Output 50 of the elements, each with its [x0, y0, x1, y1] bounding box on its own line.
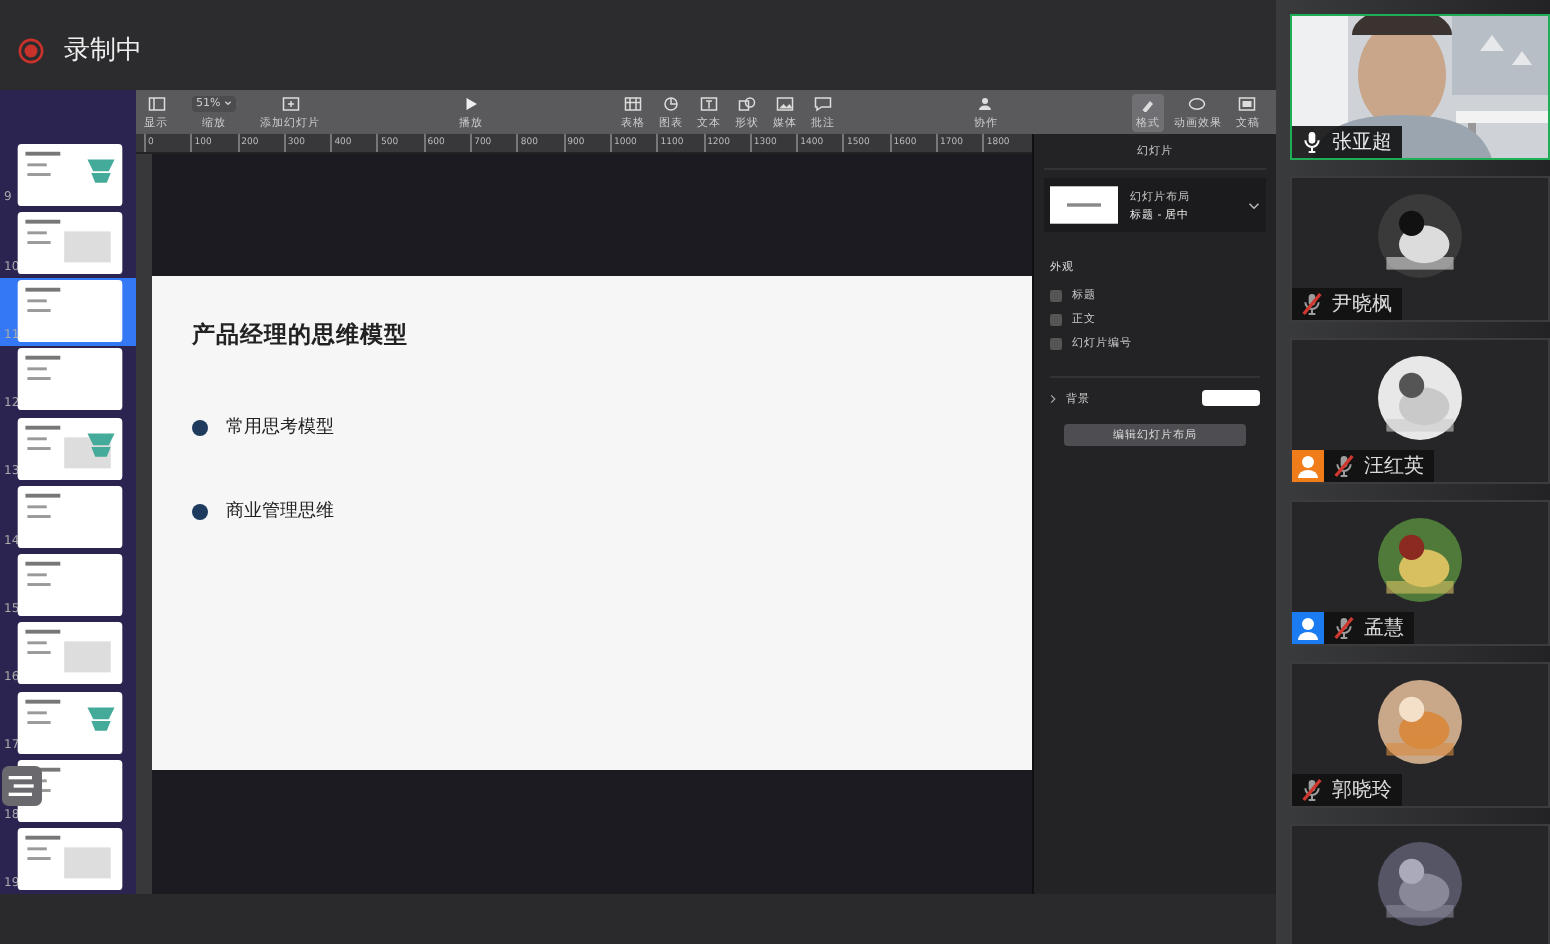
slide-thumbnail-drawing: [16, 828, 124, 891]
participant-tile[interactable]: 张亚超: [1290, 14, 1550, 160]
participant-name: 尹晓枫: [1332, 291, 1392, 318]
image-icon: [776, 95, 795, 111]
color-swatch[interactable]: [1202, 390, 1260, 406]
layout-thumbnail-drawing: [1050, 186, 1118, 224]
slide-thumbnail-drawing: [16, 417, 124, 480]
slide-thumbnail-drawing: [16, 348, 124, 411]
record-icon: [18, 37, 44, 63]
participant-tile[interactable]: [1290, 824, 1550, 944]
participant-name: 张亚超: [1332, 129, 1392, 156]
paintbrush-icon: [1138, 95, 1157, 111]
table-icon: [624, 95, 643, 111]
slide-thumbnail-drawing: [16, 143, 124, 206]
shapes-icon: [738, 95, 757, 111]
sidebar-icon: [147, 95, 165, 111]
slide-thumbnail-drawing: [16, 280, 124, 343]
checkbox[interactable]: [1050, 337, 1062, 349]
checkbox[interactable]: [1050, 289, 1062, 301]
slide-thumbnail-drawing: [16, 211, 124, 274]
participant-tile[interactable]: 汪红英: [1290, 338, 1550, 484]
slide-thumbnail-drawing: [16, 485, 124, 548]
document-icon: [1238, 95, 1257, 111]
participant-name: 孟慧: [1364, 615, 1404, 642]
slide-thumbnail-drawing: [16, 691, 124, 754]
recording-label: 录制中: [64, 34, 142, 68]
pie-chart-icon: [662, 95, 681, 111]
participant-tile[interactable]: 孟慧: [1290, 500, 1550, 646]
add-slide-icon: [281, 95, 300, 111]
participant-tile[interactable]: 尹晓枫: [1290, 176, 1550, 322]
checkbox[interactable]: [1050, 313, 1062, 325]
caret-icon: [224, 100, 233, 106]
chevron-icon: [1248, 201, 1260, 209]
play-icon: [461, 95, 480, 111]
disclosure-icon[interactable]: [1050, 393, 1056, 403]
bullet-text: 商业管理思维: [226, 499, 334, 524]
participant-name: 郭晓玲: [1332, 777, 1392, 804]
participant-tile[interactable]: 郭晓玲: [1290, 662, 1550, 808]
bullet-icon: [192, 503, 208, 519]
slide-thumbnail-drawing: [16, 622, 124, 685]
bullet-icon: [192, 419, 208, 435]
comment-icon: [814, 95, 833, 111]
floating-menu[interactable]: [0, 766, 44, 806]
slide-thumbnail-drawing: [16, 554, 124, 617]
slide-title: 产品经理的思维模型: [192, 320, 410, 350]
person-icon: [976, 95, 995, 111]
text-box-icon: [700, 95, 719, 111]
bullet-text: 常用思考模型: [226, 415, 334, 440]
participant-name: 汪红英: [1364, 453, 1424, 480]
ellipse-icon: [1188, 95, 1207, 111]
